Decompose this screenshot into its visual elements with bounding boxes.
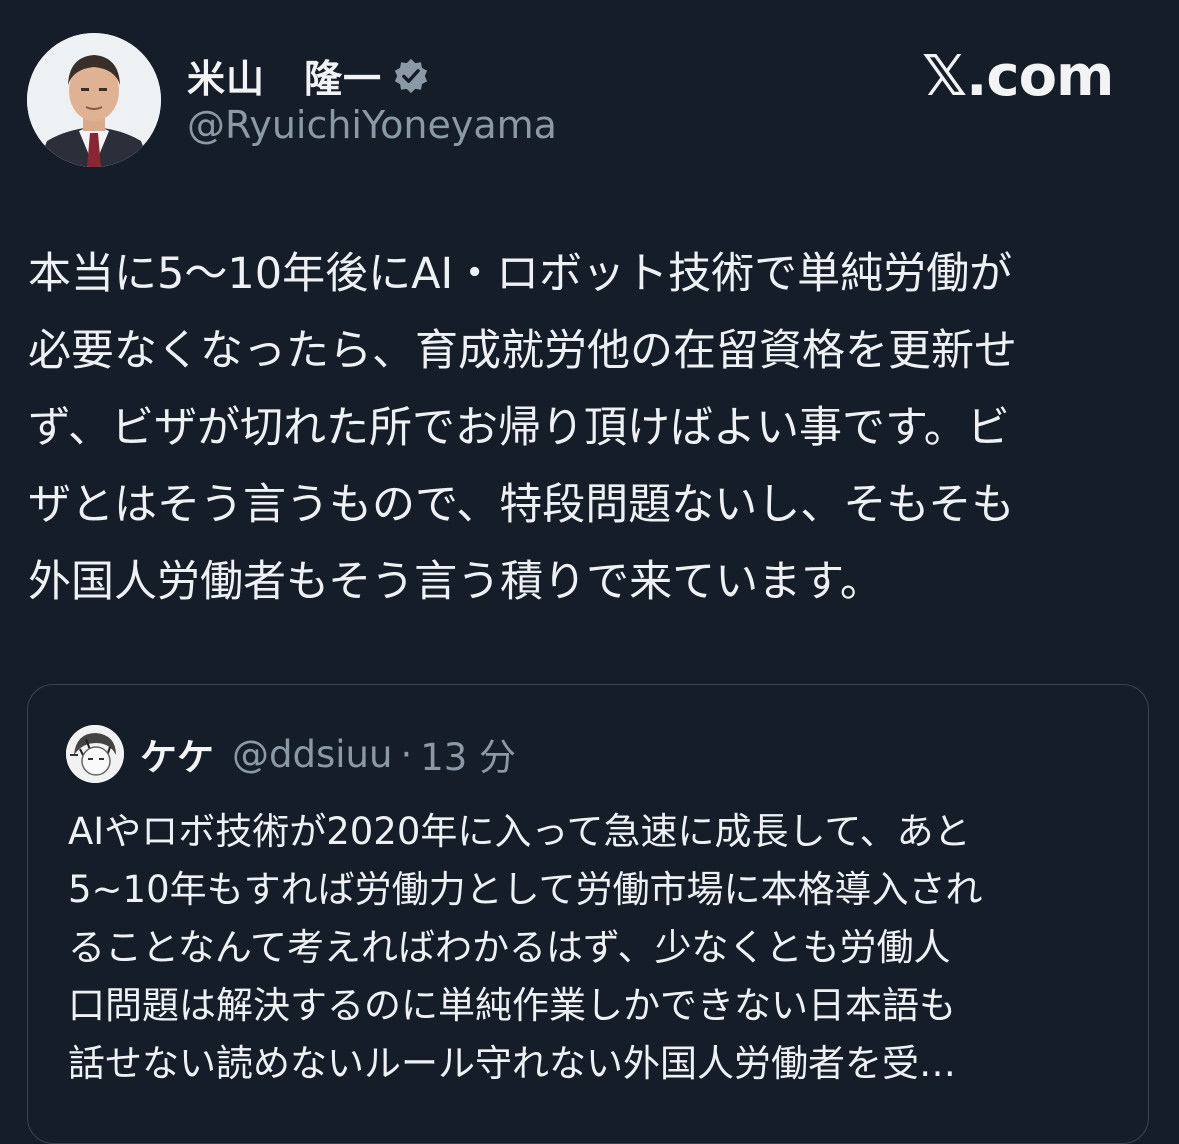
quoted-tweet-text: AIやロボ技術が2020年に入って急速に成長して、あと 5~10年もすれば労働力… xyxy=(68,810,983,1085)
author-avatar[interactable] xyxy=(27,33,161,167)
tweet-header: 米山 隆一 @RyuichiYoneyama 𝕏.com xyxy=(0,0,1179,200)
quoted-author-avatar[interactable] xyxy=(66,725,124,783)
quoted-author-display-name[interactable]: ケケ xyxy=(140,727,214,781)
separator-dot: · xyxy=(400,732,413,776)
tweet-text: 本当に5〜10年後にAI・ロボット技術で単純労働が 必要なくなったら、育成就労他… xyxy=(28,249,1017,607)
x-logo-brand: 𝕏.com xyxy=(922,44,1114,109)
quoted-tweet-card[interactable]: ケケ @ddsiuu · 13 分 AIやロボ技術が2020年に入って急速に成長… xyxy=(27,684,1149,1144)
quoted-tweet-header: ケケ @ddsiuu · 13 分 xyxy=(66,725,516,783)
author-handle[interactable]: @RyuichiYoneyama xyxy=(187,103,557,147)
author-display-name[interactable]: 米山 隆一 xyxy=(187,48,382,103)
verified-badge-icon xyxy=(394,58,428,93)
author-name-row: 米山 隆一 xyxy=(187,48,430,103)
quoted-timestamp[interactable]: 13 分 xyxy=(420,727,516,781)
quoted-author-handle[interactable]: @ddsiuu xyxy=(232,733,392,776)
